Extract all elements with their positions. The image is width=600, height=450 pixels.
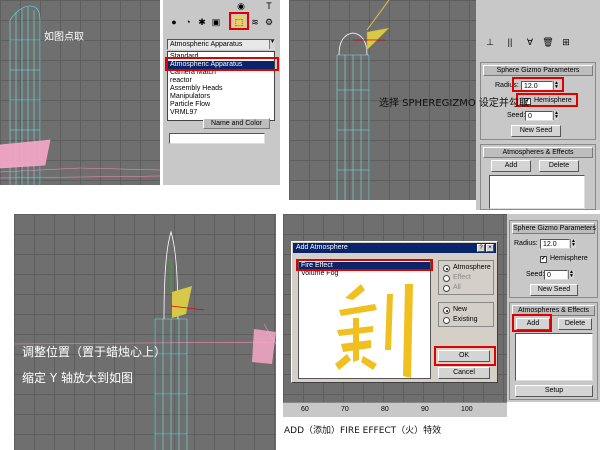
effect-radio-label: Effect [453, 274, 471, 281]
radius-field-2[interactable]: 12.0 [540, 239, 570, 249]
new-radio[interactable] [443, 307, 450, 314]
time-ruler[interactable]: 60 70 80 90 100 [283, 402, 507, 417]
seed-label: Seed: [507, 112, 526, 119]
viewport-bottom-left[interactable] [14, 214, 276, 450]
radius-highlight [512, 77, 564, 92]
caption-panel2: 选择 SPHEREGIZMO 设定并勾取 [379, 98, 529, 109]
close-icon[interactable]: × [486, 244, 494, 252]
atmosphere-list[interactable]: Fire Effect Volume Fog [298, 259, 431, 379]
existing-radio[interactable] [443, 317, 450, 324]
ruler-tick: 70 [341, 406, 349, 413]
add-atmosphere-dialog: Add Atmosphere ? × Fire Effect Volume Fo… [291, 241, 498, 383]
show-end-result-icon[interactable]: || [504, 36, 516, 48]
spacewarps-icon[interactable]: ≋ [249, 16, 261, 28]
object-name-field[interactable] [169, 133, 265, 144]
ruler-tick: 100 [461, 406, 473, 413]
dialog-titlebar: Add Atmosphere [293, 243, 496, 253]
effects-list[interactable] [489, 175, 585, 209]
atmos-apparatus-highlight [165, 57, 279, 71]
display-icon[interactable]: ◉ [235, 0, 247, 12]
pin-stack-icon[interactable]: ⊥ [484, 36, 496, 48]
effects-list-2[interactable] [515, 333, 593, 381]
ruler-tick: 60 [301, 406, 309, 413]
delete-button-2[interactable]: Delete [558, 318, 592, 330]
caption-panel1: 如图点取 [44, 32, 84, 43]
setup-button[interactable]: Setup [515, 385, 593, 397]
caption-panel4: ADD（添加）FIRE EFFECT（火）特效 [284, 426, 442, 436]
sphere-gizmo-header-2[interactable]: Sphere Gizmo Parameters [512, 223, 596, 234]
new-radio-label: New [453, 306, 468, 313]
atmos-effects-rollout: Atmospheres & Effects Add Delete [480, 144, 596, 210]
remove-modifier-icon[interactable]: 🗑 [542, 36, 554, 48]
sphere-gizmo-header[interactable]: Sphere Gizmo Parameters [483, 65, 593, 76]
calligraphy-preview [335, 284, 413, 378]
all-radio-label: All [453, 284, 461, 291]
sphere-gizmo-rollout-2: Sphere Gizmo Parameters Radius: 12.0 ▲ ▼ … [509, 220, 598, 298]
ruler-tick: 80 [381, 406, 389, 413]
seed-spinner-2[interactable]: ▲ ▼ [568, 270, 574, 279]
list-item[interactable]: reactor [168, 77, 274, 85]
name-color-rollout-header[interactable]: Name and Color [203, 118, 270, 129]
dialog-title: Add Atmosphere [296, 244, 348, 251]
fire-effect-highlight [296, 259, 433, 271]
lights-icon[interactable]: ✱ [196, 16, 208, 28]
atmos-effects-header[interactable]: Atmospheres & Effects [483, 147, 593, 158]
hemisphere-checkbox-2[interactable]: ✔ [540, 256, 547, 263]
configure-sets-icon[interactable]: ⊞ [560, 36, 572, 48]
seed-spinner[interactable]: ▲ ▼ [553, 111, 559, 120]
shapes-icon[interactable]: ◔ [182, 16, 194, 28]
delete-button[interactable]: Delete [539, 160, 579, 172]
candle-scaled-view [14, 230, 276, 450]
seed-label-2: Seed: [526, 271, 545, 278]
new-seed-button[interactable]: New Seed [511, 125, 561, 137]
radius-spinner-2[interactable]: ▲ ▼ [570, 239, 576, 248]
hemisphere-label-2: Hemisphere [550, 255, 588, 262]
helpers-icon-highlight [229, 12, 249, 30]
existing-radio-label: Existing [453, 316, 478, 323]
command-panel-atmos: Sphere Gizmo Parameters Radius: 12.0 ▲ ▼ … [507, 214, 600, 402]
cancel-button[interactable]: Cancel [438, 367, 490, 379]
list-item[interactable]: Particle Flow [168, 101, 274, 109]
effect-radio[interactable] [443, 275, 450, 282]
make-unique-icon[interactable]: ∀ [524, 36, 536, 48]
ok-highlight [434, 346, 496, 366]
caption-panel3-line1: 调整位置（置于蜡烛心上） [22, 345, 167, 359]
radius-label-2: Radius: [514, 240, 538, 247]
helpers-category-select[interactable]: Atmospheric Apparatus [167, 39, 275, 50]
systems-icon[interactable]: ⚙ [263, 16, 275, 28]
help-icon[interactable]: ? [477, 244, 485, 252]
new-existing-radio-group: New Existing [438, 302, 494, 327]
list-item[interactable]: VRML97 [168, 109, 274, 117]
atmosphere-radio-label: Atmosphere [453, 264, 491, 271]
ruler-tick: 90 [421, 406, 429, 413]
seed-field-2[interactable]: 0 [544, 270, 568, 280]
add-button[interactable]: Add [491, 160, 531, 172]
sphere-gizmo-outline [338, 32, 368, 56]
command-panel-helpers: ● ◔ ✱ ▣ ⬚ ≋ ⚙ ◉ T Atmospheric Apparatus … [163, 0, 280, 185]
new-seed-button-2[interactable]: New Seed [530, 284, 578, 296]
list-item[interactable]: Assembly Heads [168, 85, 274, 93]
geometry-icon[interactable]: ● [168, 16, 180, 28]
all-radio[interactable] [443, 285, 450, 292]
atmosphere-radio[interactable] [443, 265, 450, 272]
chevron-down-icon[interactable]: ▼ [269, 40, 275, 49]
list-item[interactable]: Manipulators [168, 93, 274, 101]
cameras-icon[interactable]: ▣ [210, 16, 222, 28]
list-item[interactable]: Volume Fog [299, 270, 430, 278]
add-button-highlight [512, 314, 552, 332]
type-radio-group: Atmosphere Effect All [438, 260, 494, 295]
caption-panel3-line2: 缩定 Y 轴放大到如图 [22, 371, 133, 385]
utilities-icon[interactable]: T [263, 0, 275, 12]
seed-field[interactable]: 0 [525, 111, 553, 121]
